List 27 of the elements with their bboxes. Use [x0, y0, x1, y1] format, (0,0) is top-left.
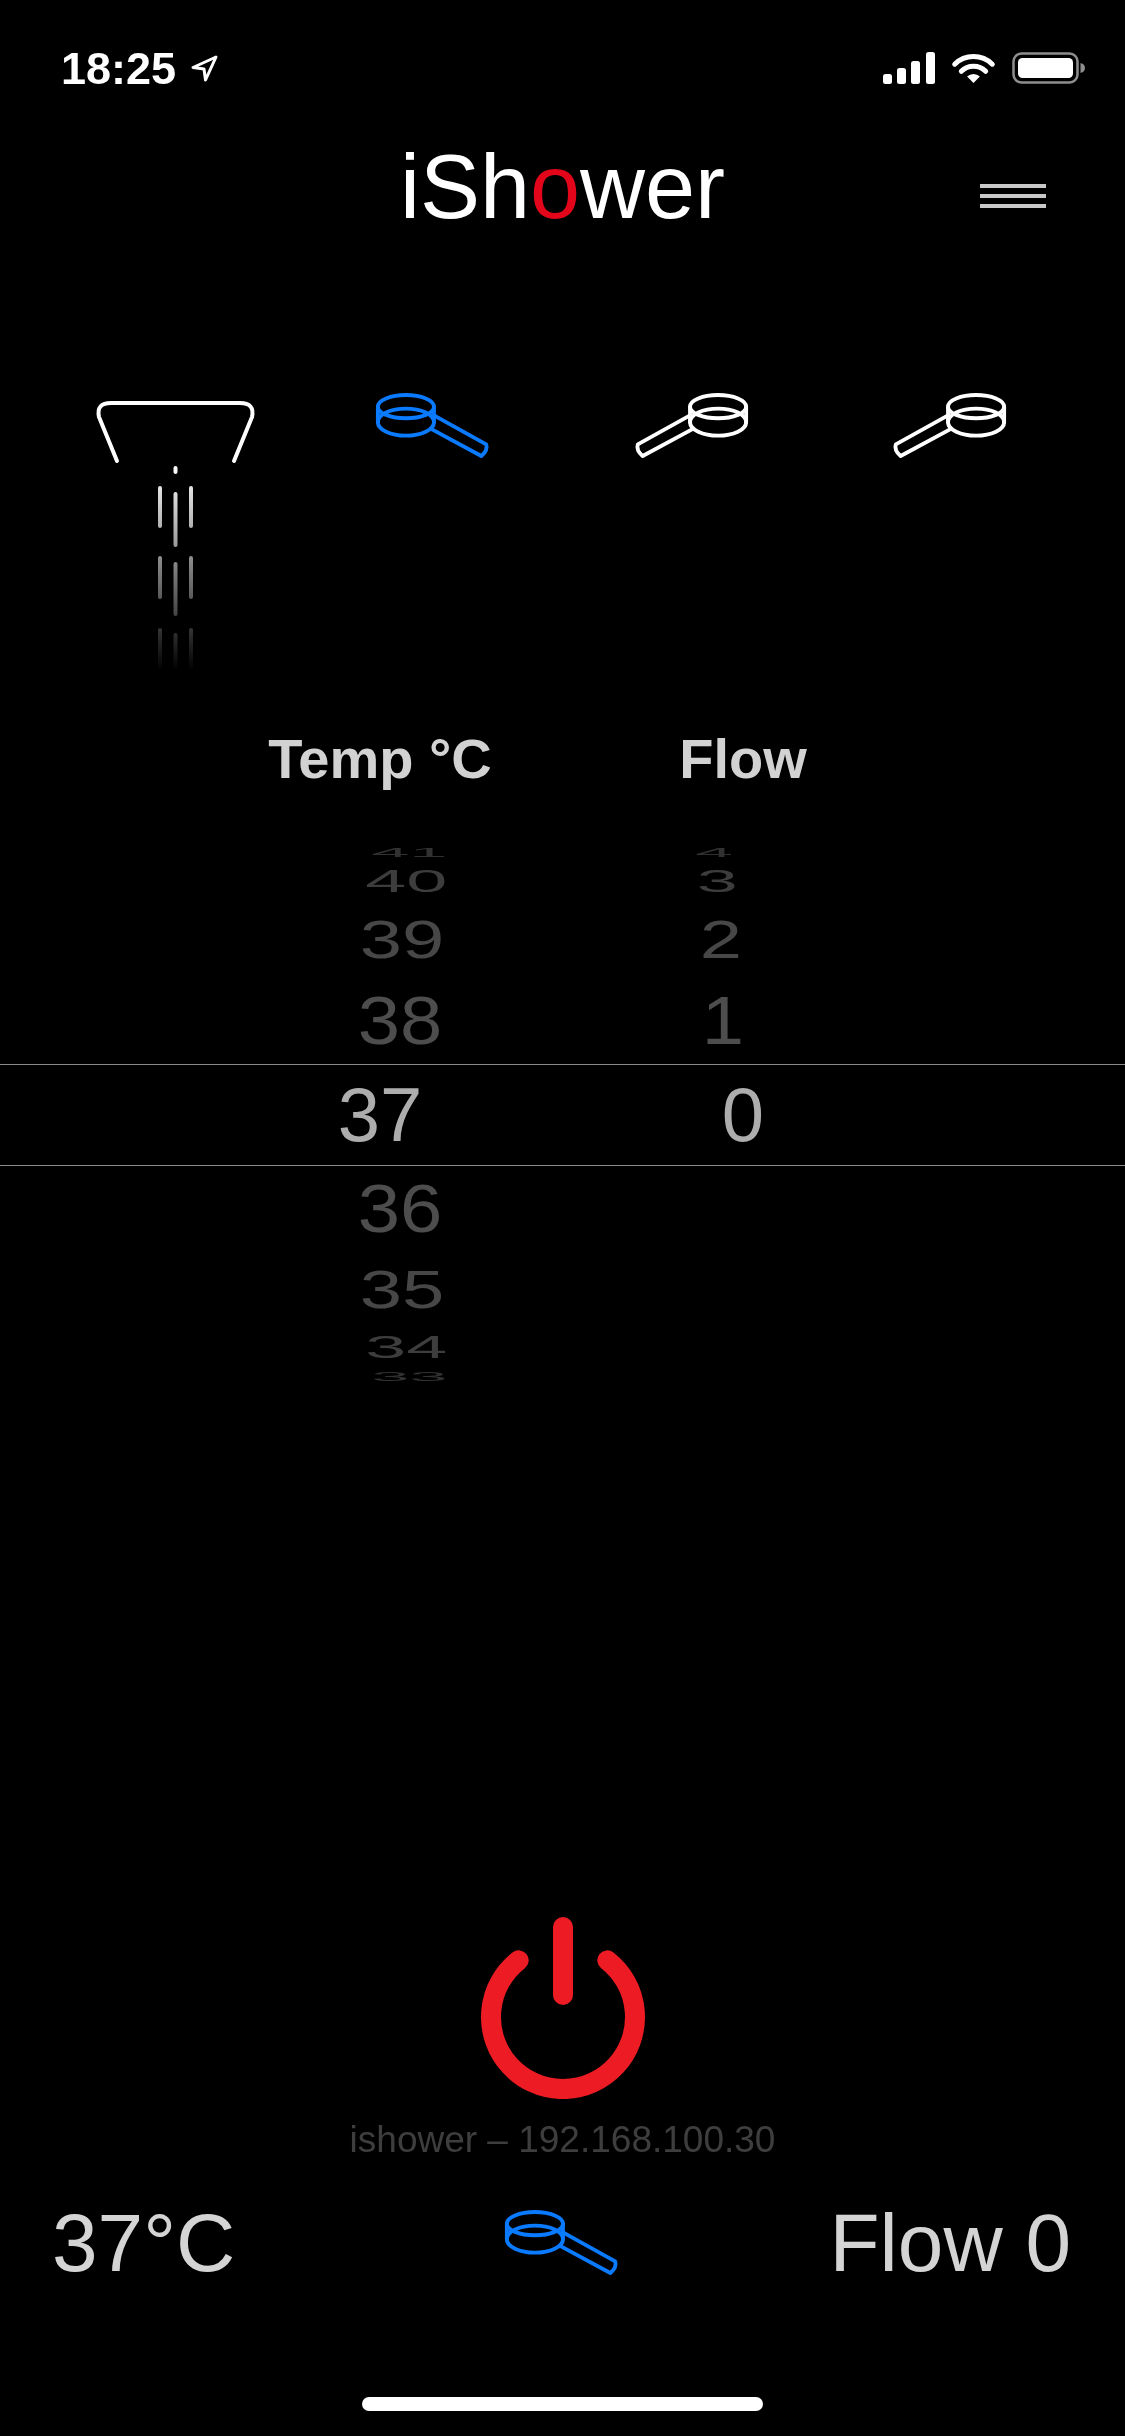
power-icon[interactable]: [480, 1917, 645, 2099]
battery-icon: [1012, 52, 1085, 84]
hand-shower-icon[interactable]: [890, 392, 1008, 460]
picker-value[interactable]: 2: [699, 909, 743, 971]
location-arrow-icon: [190, 53, 220, 83]
picker-value[interactable]: 34: [365, 1330, 447, 1366]
picker-value[interactable]: 39: [359, 909, 445, 971]
flow-reading: Flow 0: [829, 2196, 1071, 2290]
picker-value[interactable]: 0: [721, 1071, 765, 1159]
hand-shower-icon[interactable]: [632, 392, 750, 460]
temperature-reading: 37°C: [52, 2196, 236, 2290]
device-label: ishower – 192.168.100.30: [349, 2118, 776, 2162]
picker-label: Temp °C: [268, 727, 492, 791]
signal-icon: [883, 52, 935, 84]
picker-value[interactable]: 3: [696, 864, 738, 900]
hand-shower-icon: [502, 2209, 621, 2277]
picker-value[interactable]: 35: [359, 1259, 445, 1321]
app-logo: iShower: [399, 136, 726, 240]
picker-value[interactable]: 1: [701, 981, 745, 1061]
picker-label: Flow: [679, 727, 807, 791]
picker-value[interactable]: 38: [357, 981, 443, 1061]
picker-value[interactable]: 37: [337, 1071, 423, 1159]
picker-value[interactable]: 36: [357, 1169, 443, 1249]
menu-icon[interactable]: [980, 183, 1046, 209]
picker-value[interactable]: 40: [365, 864, 447, 900]
wifi-icon: [951, 52, 996, 84]
status-time: 18:25: [61, 45, 177, 91]
